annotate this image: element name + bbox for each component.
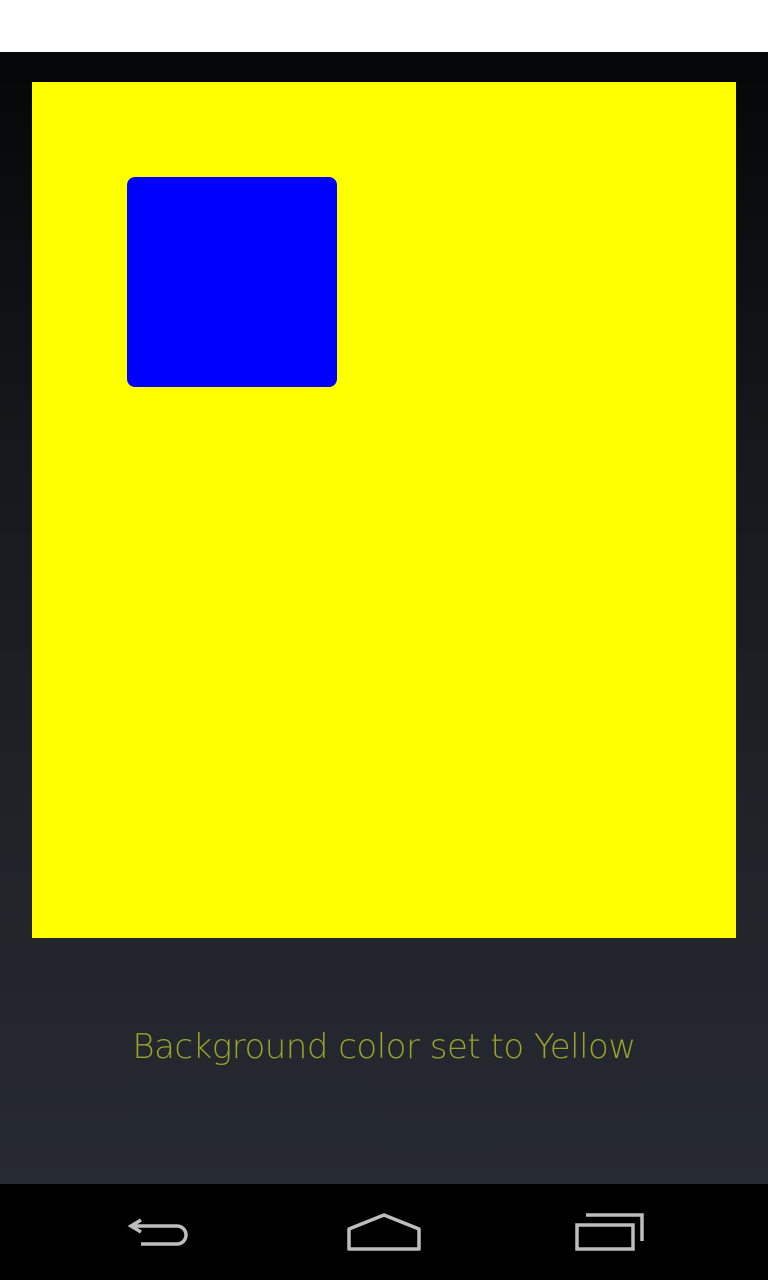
navigation-bar <box>0 1184 768 1280</box>
status-bar <box>0 0 768 52</box>
back-icon <box>125 1212 195 1252</box>
recent-apps-button[interactable] <box>550 1184 670 1280</box>
blue-square[interactable] <box>127 177 337 387</box>
home-icon <box>346 1211 422 1253</box>
color-canvas[interactable] <box>32 82 736 938</box>
home-button[interactable] <box>324 1184 444 1280</box>
app-content: Background color set to Yellow <box>0 52 768 1184</box>
recent-apps-icon <box>574 1211 646 1253</box>
status-message: Background color set to Yellow <box>132 1027 636 1067</box>
back-button[interactable] <box>100 1184 220 1280</box>
